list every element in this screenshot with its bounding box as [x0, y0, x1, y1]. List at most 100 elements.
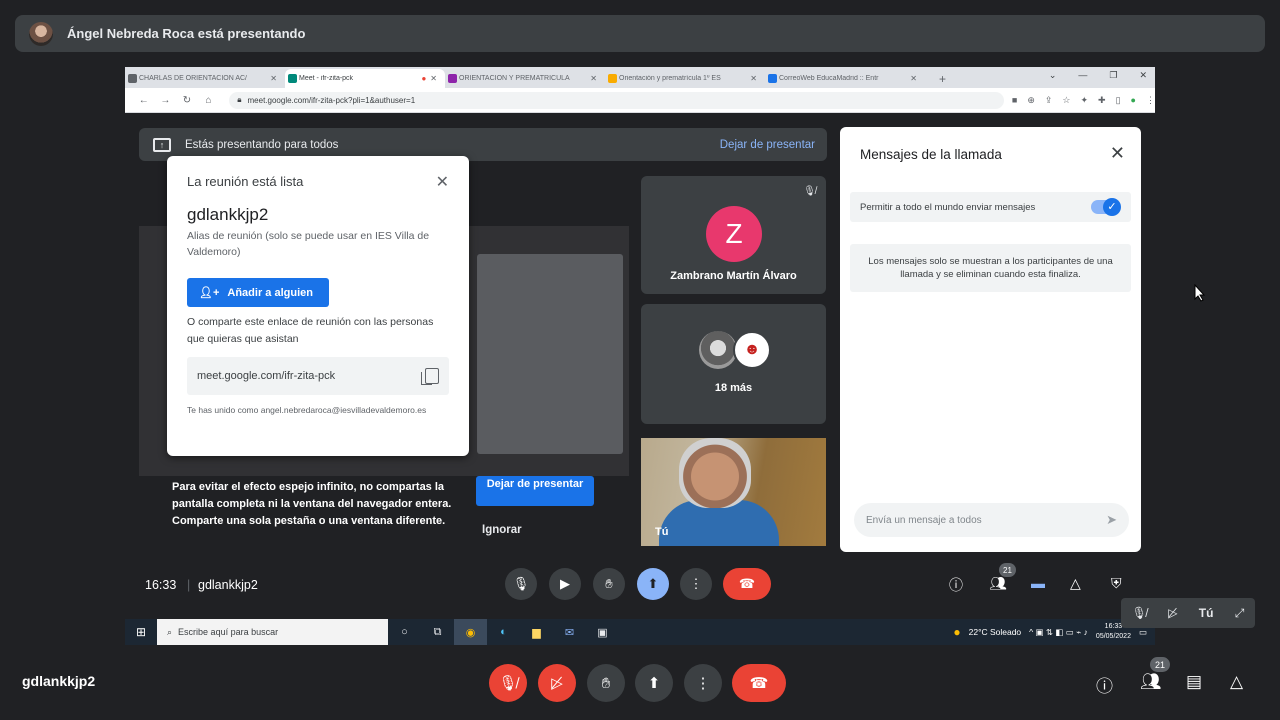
hang-up-icon: ☎︎	[749, 675, 769, 692]
profile-icon[interactable]: ●	[1131, 95, 1136, 106]
mic-icon: 🎙︎	[512, 576, 530, 591]
outer-raise-hand-button[interactable]: ✋︎	[587, 664, 625, 702]
windows-start-icon[interactable]: ⊞	[125, 625, 157, 639]
present-button[interactable]: ⬆	[637, 568, 669, 600]
participant-tile: 🎙︎̸ Z Zambrano Martín Álvaro	[641, 176, 826, 294]
ignore-button[interactable]: Ignorar	[482, 524, 522, 536]
url-field[interactable]: 🔒︎ meet.google.com/ifr-zita-pck?pli=1&aut…	[229, 91, 1004, 109]
send-icon[interactable]: ➤	[1106, 512, 1117, 528]
raise-hand-button[interactable]: ✋︎	[593, 568, 625, 600]
dialog-title: La reunión está lista	[187, 174, 304, 189]
chat-info: Los mensajes solo se muestran a los part…	[850, 244, 1131, 292]
activities-icon[interactable]: △	[1070, 575, 1081, 592]
more-participants-tile[interactable]: ☻ 18 más	[641, 304, 826, 424]
info-icon[interactable]: ⓘ	[1096, 672, 1113, 697]
browser-tab[interactable]: Orientación y prematrícula 1º ES ✕	[605, 69, 765, 88]
add-person-icon: 👤︎+	[199, 287, 220, 299]
window-controls: ⌄ — ❐ ✕	[1049, 70, 1147, 81]
puzzle-icon[interactable]: ✚	[1098, 95, 1106, 106]
minimize-icon[interactable]: —	[1078, 70, 1087, 81]
allow-messages-toggle[interactable]	[1091, 198, 1121, 216]
reload-icon[interactable]: ↻	[176, 95, 198, 106]
outer-leave-call-button[interactable]: ☎︎	[732, 664, 786, 702]
close-icon[interactable]: ✕	[1139, 70, 1147, 81]
more-options-button[interactable]: ⋮	[680, 568, 712, 600]
cortana-icon[interactable]: ○	[388, 619, 421, 645]
mirror-warning-text: Para evitar el efecto espejo infinito, n…	[172, 481, 452, 527]
meeting-code: gdlankkjp2	[187, 205, 269, 224]
more-participants-label: 18 más	[714, 382, 753, 394]
tray-icons[interactable]: ^ ▣ ⇅ ◧ ▭ ⌁ ♪	[1029, 627, 1088, 638]
back-icon[interactable]: ←	[133, 95, 155, 106]
mic-button[interactable]: 🎙︎	[505, 568, 537, 600]
people-icon[interactable]: 👥︎	[1140, 672, 1162, 692]
copy-icon[interactable]	[421, 368, 439, 385]
browser-tab[interactable]: CorreoWeb EducaMadrid :: Entr ✕	[765, 69, 925, 88]
camera-off-icon[interactable]: ▷̸	[1168, 606, 1177, 620]
presenting-banner-text: Estás presentando para todos	[185, 138, 339, 151]
outer-mic-button[interactable]: 🎙︎̸	[489, 664, 527, 702]
tab-close-icon[interactable]: ✕	[910, 74, 917, 83]
file-explorer-icon[interactable]: ▆	[520, 619, 553, 645]
windows-taskbar: ⊞ ⌕ Escribe aquí para buscar ○ ⧉ ◉ ◐ ▆ ✉ …	[125, 619, 1155, 645]
zoom-icon[interactable]: ⊕	[1027, 95, 1035, 106]
weather-label[interactable]: 22°C Soleado	[969, 627, 1022, 637]
meeting-link: meet.google.com/ifr-zita-pck	[197, 370, 336, 382]
taskbar-search[interactable]: ⌕ Escribe aquí para buscar	[157, 619, 388, 645]
leave-call-button[interactable]: ☎︎	[723, 568, 771, 600]
chrome-icon[interactable]: ◉	[454, 619, 487, 645]
camera-icon[interactable]: ■	[1012, 95, 1017, 106]
activities-icon[interactable]: △	[1230, 672, 1243, 692]
close-icon[interactable]: ✕	[436, 172, 449, 192]
stop-presenting-button[interactable]: Dejar de presentar	[476, 476, 594, 506]
people-icon[interactable]: 👥︎	[989, 575, 1007, 592]
star-icon[interactable]: ☆	[1062, 95, 1070, 106]
chat-icon[interactable]: ▬	[1031, 575, 1045, 591]
hand-icon: ✋︎	[601, 674, 611, 692]
expand-icon[interactable]: ⤢	[1235, 606, 1245, 621]
edge-icon[interactable]: ◐	[487, 619, 520, 645]
camera-button[interactable]: ▶	[549, 568, 581, 600]
tab-close-icon[interactable]: ✕	[430, 74, 437, 83]
tab-favicon-icon	[128, 74, 137, 83]
outer-camera-button[interactable]: ▷̸	[538, 664, 576, 702]
mic-off-icon[interactable]: 🎙︎̸	[1132, 606, 1147, 620]
outer-present-button[interactable]: ⬆	[635, 664, 673, 702]
maximize-icon[interactable]: ❐	[1109, 70, 1117, 81]
store-icon[interactable]: ▣	[586, 619, 619, 645]
forward-icon[interactable]: →	[155, 95, 177, 106]
mail-icon[interactable]: ✉	[553, 619, 586, 645]
host-controls-icon[interactable]: ⛨	[1111, 575, 1122, 592]
cursor-icon	[1194, 284, 1206, 302]
task-view-icon[interactable]: ⧉	[421, 619, 454, 645]
chevron-down-icon[interactable]: ⌄	[1049, 70, 1057, 81]
tab-close-icon[interactable]: ✕	[590, 74, 597, 83]
chat-message-input[interactable]: Envía un mensaje a todos ➤	[854, 503, 1129, 537]
browser-tab[interactable]: ORIENTACIÓN Y PREMATRÍCULA ✕	[445, 69, 605, 88]
outer-more-options-button[interactable]: ⋮	[684, 664, 722, 702]
browser-tab-active[interactable]: Meet - ifr-zita-pck ● ✕	[285, 69, 445, 88]
lock-icon: 🔒︎	[237, 95, 242, 104]
sidebar-icon[interactable]: ▯	[1116, 95, 1121, 106]
extension-icon[interactable]: ✦	[1081, 95, 1089, 106]
camera-icon: ▶	[560, 576, 570, 591]
home-icon[interactable]: ⌂	[198, 95, 220, 106]
stop-presenting-link[interactable]: Dejar de presentar	[720, 139, 815, 151]
mic-off-icon: 🎙︎̸	[803, 186, 816, 197]
menu-icon[interactable]: ⋮	[1146, 95, 1155, 106]
add-someone-button[interactable]: 👤︎+ Añadir a alguien	[187, 278, 329, 307]
new-tab-button[interactable]: +	[925, 69, 955, 88]
system-tray: ● 22°C Soleado ^ ▣ ⇅ ◧ ▭ ⌁ ♪ 16:33 05/05/…	[953, 619, 1147, 645]
present-screen-icon: ↑	[153, 137, 171, 152]
share-icon[interactable]: ⇪	[1045, 95, 1053, 106]
self-view-controls: 🎙︎̸ ▷̸ Tú ⤢	[1121, 598, 1255, 628]
tab-close-icon[interactable]: ✕	[270, 74, 277, 83]
info-icon[interactable]: ⓘ	[949, 575, 963, 595]
tab-close-icon[interactable]: ✕	[750, 74, 757, 83]
chat-icon[interactable]: ▤	[1186, 672, 1202, 692]
alias-text: Alias de reunión (solo se puede usar en …	[187, 230, 430, 258]
close-icon[interactable]: ✕	[1110, 143, 1125, 164]
notification-icon[interactable]: ▭	[1139, 627, 1147, 638]
outer-meeting-code: gdlankkjp2	[22, 673, 96, 689]
browser-tab[interactable]: CHARLAS DE ORIENTACIÓN AC/✕	[125, 69, 285, 88]
